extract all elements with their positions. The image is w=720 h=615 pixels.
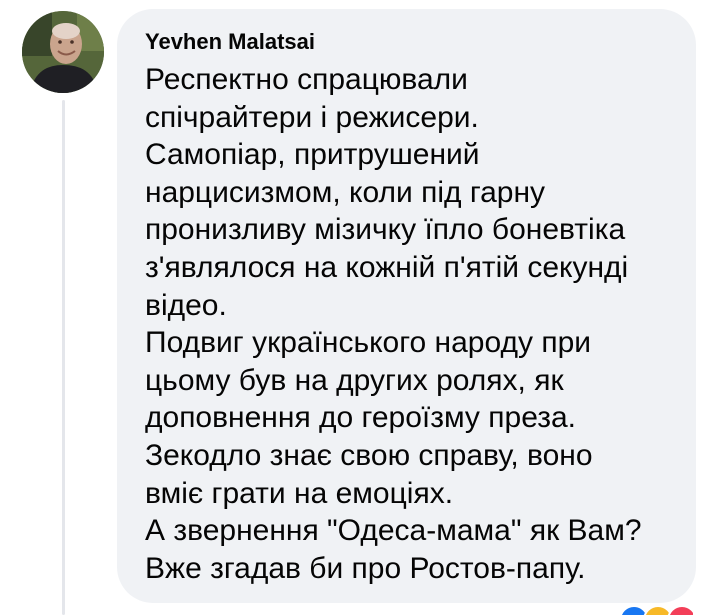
comment-line: Респектно спрацювали [145, 63, 468, 96]
comment-line: Самопіар, притрушений [145, 138, 480, 172]
comment-thread: Yevhen Malatsai Респектно спрацювали спі… [0, 0, 720, 615]
comment-line: Подвиг українського народу при [145, 326, 592, 360]
comment-line: нарцисизмом, коли під гарну [145, 175, 546, 209]
comment-line: з'являлося на кожній п'ятій секунді [145, 250, 629, 284]
comment-line: доповнення до героїзму преза. [145, 401, 577, 435]
author-name[interactable]: Yevhen Malatsai [145, 29, 668, 55]
comment-line: відео. [145, 288, 227, 322]
comment-line: цьому був на других ролях, як [145, 363, 564, 397]
avatar[interactable] [22, 11, 104, 93]
comment-line: пронизливу мізичку їпло боневтіка [145, 213, 626, 247]
comment-line: вміє грати на емоціях. [145, 476, 454, 510]
thread-line [62, 100, 65, 615]
comment-bubble: Yevhen Malatsai Респектно спрацювали спі… [117, 9, 696, 603]
comment-line: Зекодло знає свою справу, воно [145, 438, 593, 472]
comment-text: Респектно спрацювали спічрайтери і режис… [145, 61, 668, 587]
comment-line: спічрайтери і режисери. [145, 100, 479, 134]
comment-line: А звернення "Одеса-мама" як Вам? [145, 514, 642, 548]
comment-line: Вже згадав би про Ростов-папу. [145, 551, 586, 585]
reaction-summary[interactable] [613, 603, 693, 615]
love-icon [667, 605, 693, 615]
avatar-photo [22, 11, 104, 93]
